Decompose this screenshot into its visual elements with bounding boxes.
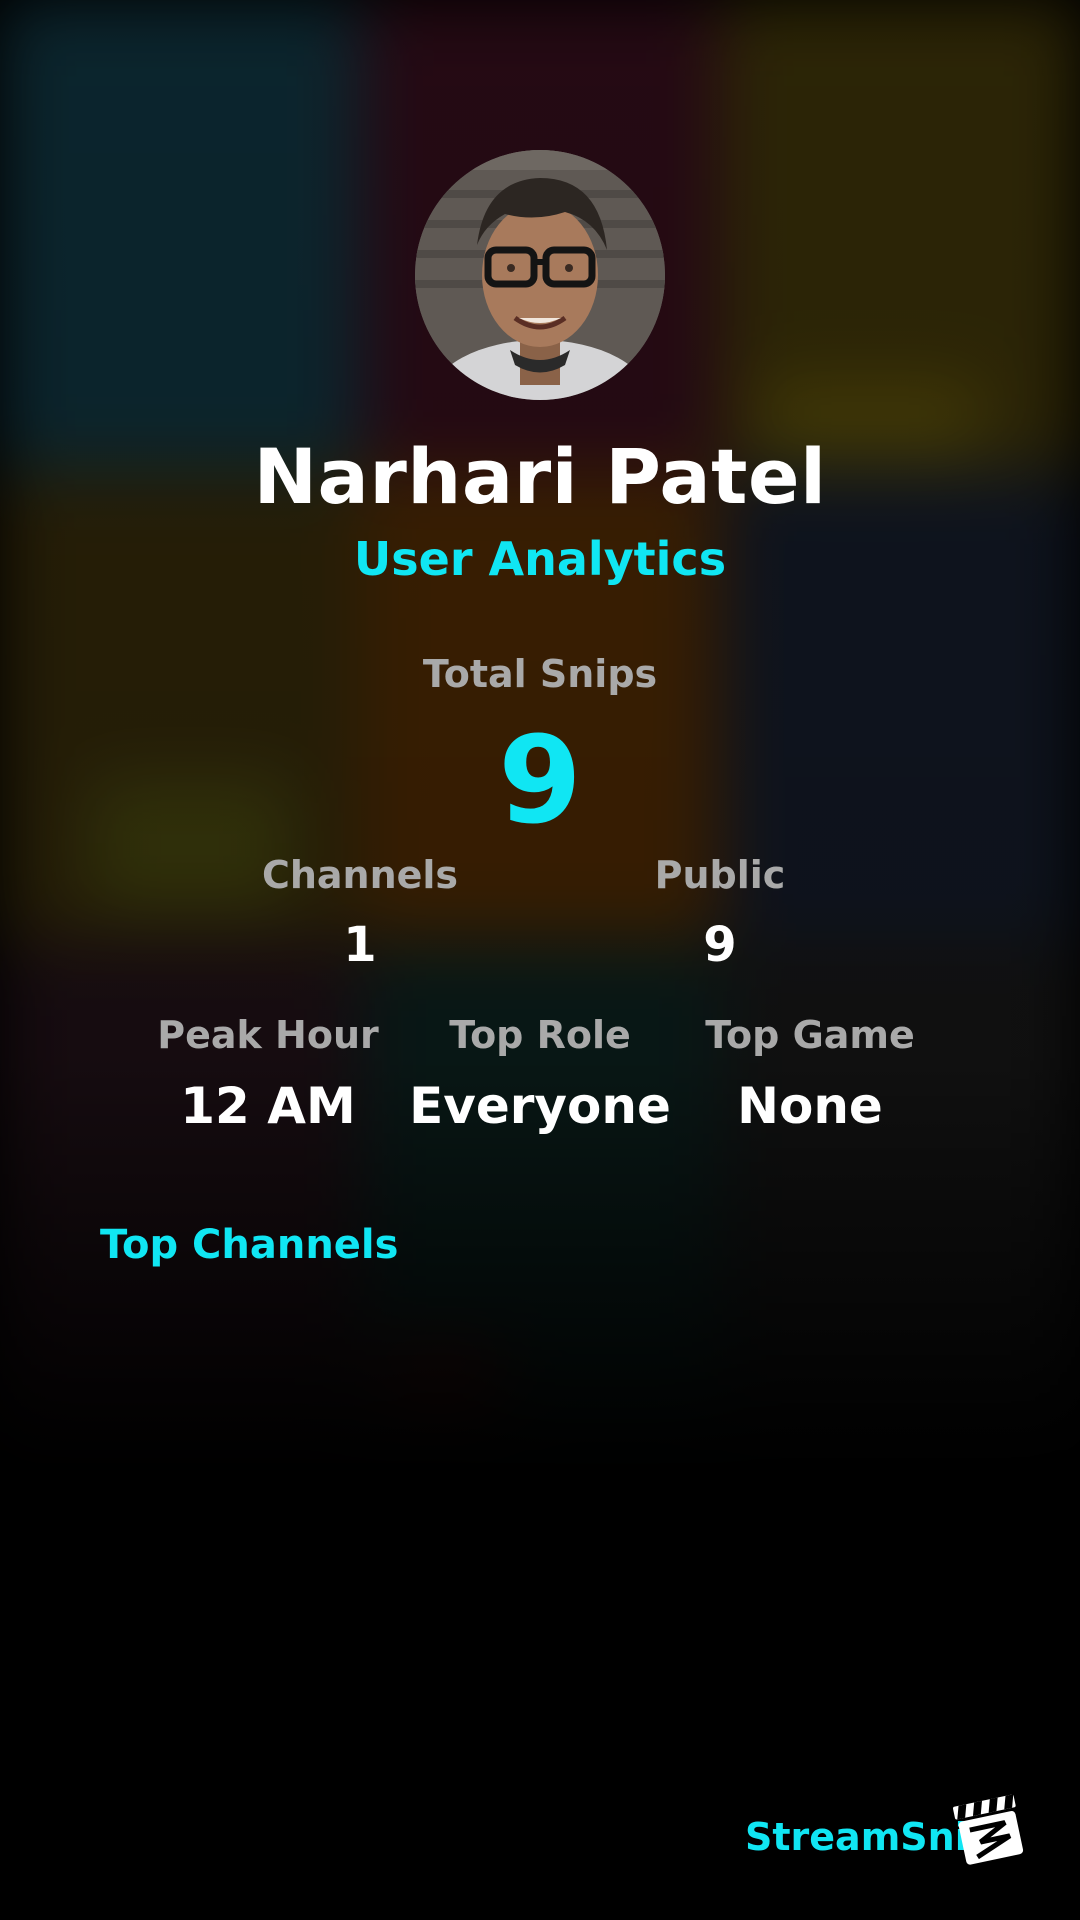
top-game-label: Top Game [705, 1013, 915, 1057]
channels-value: 1 [343, 917, 377, 973]
public-value: 9 [703, 917, 737, 973]
peak-hour-value: 12 AM [180, 1077, 356, 1135]
top-role-value: Everyone [409, 1077, 671, 1135]
clapperboard-icon [950, 1790, 1028, 1868]
user-name: Narhari Patel [253, 432, 827, 521]
top-role-label: Top Role [449, 1013, 631, 1057]
channels-label: Channels [261, 853, 459, 897]
stat-public: Public 9 [570, 853, 870, 973]
stat-top-game: Top Game None [660, 1013, 960, 1135]
page-subtitle: User Analytics [353, 532, 727, 586]
top-game-value: None [737, 1077, 883, 1135]
peak-hour-label: Peak Hour [157, 1013, 379, 1057]
analytics-card: Narhari Patel User Analytics Total Snips… [0, 0, 1080, 1920]
total-snips-label: Total Snips [422, 652, 658, 696]
stat-channels: Channels 1 [210, 853, 510, 973]
stat-top-role: Top Role Everyone [390, 1013, 690, 1135]
total-snips-value: 9 [498, 712, 582, 851]
public-label: Public [654, 853, 786, 897]
avatar [415, 150, 665, 400]
stat-peak-hour: Peak Hour 12 AM [118, 1013, 418, 1135]
top-channels-heading: Top Channels [100, 1222, 399, 1268]
